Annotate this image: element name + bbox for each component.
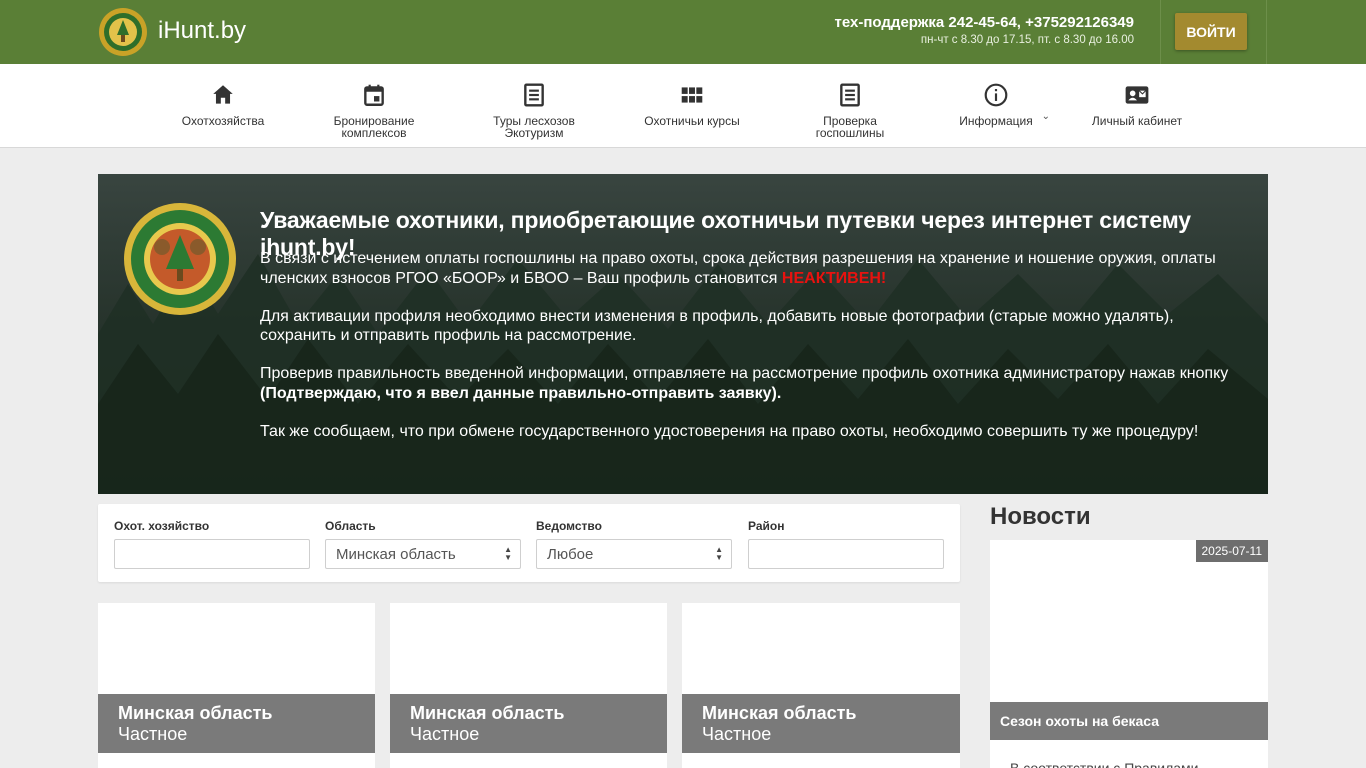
- hunting-farm-card[interactable]: Минская область Частное: [390, 603, 667, 768]
- nav-item-label: Информация: [959, 114, 1033, 128]
- support-info: тех-поддержка 242-45-64, +375292126349 п…: [835, 14, 1134, 46]
- farm-input[interactable]: [114, 539, 310, 569]
- banner-paragraph-text: Проверив правильность введенной информац…: [260, 365, 1229, 382]
- id-card-icon: [1125, 86, 1149, 104]
- nav-item-label: комплексов: [341, 126, 407, 140]
- hunting-farm-card[interactable]: Минская область Частное: [98, 603, 375, 768]
- announcement-banner: Уважаемые охотники, приобретающие охотни…: [98, 174, 1268, 494]
- card-region: Минская область: [702, 703, 857, 723]
- card-type: Частное: [702, 724, 772, 744]
- calendar-icon: [364, 84, 384, 106]
- hunting-farm-card[interactable]: Минская область Частное: [682, 603, 960, 768]
- inactive-status: НЕАКТИВЕН!: [781, 269, 887, 287]
- nav-item-fee-check[interactable]: Проверка госпошлины: [810, 82, 890, 139]
- filter-department: Ведомство Любое ▲ ▼: [536, 519, 732, 569]
- header-divider: [1160, 0, 1161, 64]
- card-caption: Минская область Частное: [682, 694, 960, 753]
- banner-paragraph: Проверив правильность введенной информац…: [260, 364, 1240, 403]
- card-caption: Минская область Частное: [390, 694, 667, 753]
- select-arrows-icon: ▲ ▼: [504, 545, 512, 562]
- card-region: Минская область: [410, 703, 565, 723]
- filter-district: Район: [748, 519, 944, 569]
- banner-paragraph-text: В связи с истечением оплаты госпошлины н…: [260, 250, 1216, 287]
- department-select-value: Любое: [547, 546, 594, 563]
- hunters-union-emblem: [124, 203, 236, 315]
- banner-paragraph: В связи с истечением оплаты госпошлины н…: [260, 249, 1240, 288]
- card-type: Частное: [410, 724, 480, 744]
- banner-paragraph: Для активации профиля необходимо внести …: [260, 307, 1174, 345]
- filter-farm: Охот. хозяйство: [114, 519, 310, 569]
- nav-item-hunting-courses[interactable]: Охотничьи курсы: [640, 82, 744, 127]
- document-icon: [840, 83, 860, 107]
- brand-name[interactable]: iHunt.by: [158, 17, 246, 45]
- card-region: Минская область: [118, 703, 273, 723]
- nav-item-personal-account[interactable]: Личный кабинет: [1086, 82, 1188, 127]
- nav-item-information[interactable]: Информация ⌄: [956, 82, 1050, 128]
- district-input[interactable]: [748, 539, 944, 569]
- region-select-value: Минская область: [336, 546, 456, 563]
- support-hours: пн-чт с 8.30 до 17.15, пт. с 8.30 до 16.…: [920, 34, 1134, 46]
- card-type: Частное: [118, 724, 188, 744]
- nav-item-label: Экотуризм: [504, 126, 564, 140]
- chevron-down-icon[interactable]: ⌄: [1042, 111, 1050, 123]
- filter-region-label: Область: [325, 519, 376, 533]
- header-divider: [1266, 0, 1267, 64]
- filter-department-label: Ведомство: [536, 519, 602, 533]
- nav-item-label: Личный кабинет: [1091, 114, 1183, 128]
- news-caption[interactable]: Сезон охоты на бекаса: [990, 702, 1268, 740]
- region-select[interactable]: Минская область ▲ ▼: [325, 539, 521, 569]
- support-phone: тех-поддержка 242-45-64, +375292126349: [834, 14, 1134, 31]
- header-bar: iHunt.by тех-поддержка 242-45-64, +37529…: [0, 0, 1366, 64]
- select-arrows-icon: ▲ ▼: [715, 545, 723, 562]
- banner-text: В связи с истечением оплаты госпошлины н…: [260, 249, 1240, 460]
- banner-paragraph: Так же сообщаем, что при обмене государс…: [260, 422, 1199, 440]
- filter-region: Область Минская область ▲ ▼: [325, 519, 521, 569]
- department-select[interactable]: Любое ▲ ▼: [536, 539, 732, 569]
- nav-item-label: Охотхозяйства: [181, 114, 265, 128]
- nav-item-label: госпошлины: [815, 126, 885, 140]
- news-date-badge: 2025-07-11: [1195, 540, 1268, 562]
- logo-emblem[interactable]: [98, 7, 148, 57]
- grid-icon: [681, 87, 703, 103]
- nav-item-label: Охотничьи курсы: [644, 114, 740, 128]
- main-nav: Охотхозяйства Бронирование комплексов Ту…: [0, 64, 1366, 148]
- nav-item-forestry-tours[interactable]: Туры лесхозов Экотуризм: [488, 82, 580, 139]
- list-icon: [524, 83, 544, 107]
- login-button[interactable]: ВОЙТИ: [1175, 13, 1247, 50]
- home-icon: [213, 85, 233, 104]
- info-icon: [984, 83, 1008, 107]
- news-snippet: В соответствии с Правилами: [1010, 760, 1199, 768]
- nav-item-hunting-farms[interactable]: Охотхозяйства: [180, 82, 266, 127]
- news-heading: Новости: [990, 503, 1091, 530]
- confirm-button-reference: (Подтверждаю, что я ввел данные правильн…: [260, 384, 782, 402]
- search-filter-panel: Охот. хозяйство Область Минская область …: [98, 504, 960, 582]
- news-card[interactable]: 2025-07-11 Сезон охоты на бекаса В соотв…: [990, 540, 1268, 768]
- filter-district-label: Район: [748, 519, 785, 533]
- nav-item-booking[interactable]: Бронирование комплексов: [330, 82, 418, 139]
- filter-farm-label: Охот. хозяйство: [114, 519, 210, 533]
- card-caption: Минская область Частное: [98, 694, 375, 753]
